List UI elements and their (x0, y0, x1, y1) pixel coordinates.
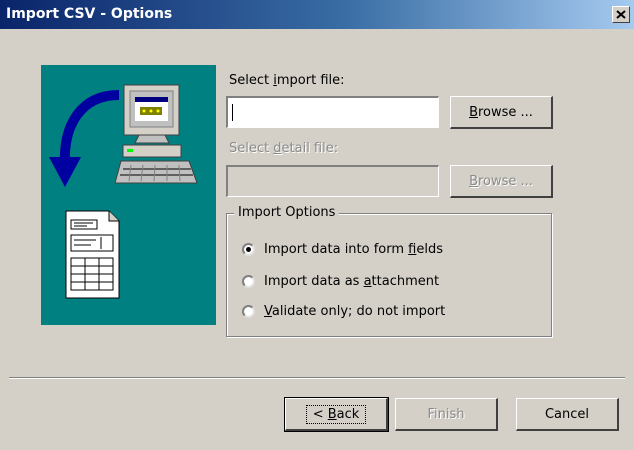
computer-icon (114, 84, 198, 184)
import-arrow-icon (49, 90, 120, 187)
title-bar[interactable]: Import CSV - Options (0, 0, 634, 29)
radio-validate-only[interactable]: Validate only; do not import (242, 304, 445, 319)
text-cursor (232, 104, 233, 121)
browse-import-button[interactable]: Browse ... (450, 96, 553, 129)
detail-file-label: Select detail file: (229, 141, 339, 156)
import-illustration (41, 65, 216, 325)
import-csv-dialog: Import CSV - Options Select import file:… (0, 0, 634, 450)
detail-file-field[interactable] (226, 165, 439, 197)
radio-button-icon[interactable] (242, 305, 255, 318)
radio-label: Import data into form fields (264, 242, 444, 257)
import-file-field[interactable] (226, 96, 439, 128)
import-file-label: Select import file: (229, 73, 345, 88)
finish-button[interactable]: Finish (395, 398, 498, 431)
close-button[interactable] (612, 6, 630, 23)
close-icon (616, 10, 626, 19)
window-title: Import CSV - Options (6, 6, 173, 22)
radio-button-icon[interactable] (242, 243, 255, 256)
document-icon (65, 210, 120, 299)
radio-import-attachment[interactable]: Import data as attachment (242, 274, 439, 289)
footer-separator (9, 377, 625, 379)
back-button[interactable]: < Back (284, 397, 389, 432)
radio-import-form-fields[interactable]: Import data into form fields (242, 242, 443, 257)
browse-detail-button[interactable]: Browse ... (450, 165, 553, 198)
radio-selected-dot (246, 247, 251, 252)
radio-label: Import data as attachment (264, 274, 440, 289)
back-button-label: < Back (305, 404, 367, 424)
radio-button-icon[interactable] (242, 275, 255, 288)
import-file-input[interactable] (228, 98, 438, 127)
radio-label: Validate only; do not import (264, 304, 446, 319)
import-options-legend: Import Options (234, 205, 340, 220)
detail-file-input[interactable] (228, 167, 438, 196)
cancel-button[interactable]: Cancel (516, 398, 619, 431)
